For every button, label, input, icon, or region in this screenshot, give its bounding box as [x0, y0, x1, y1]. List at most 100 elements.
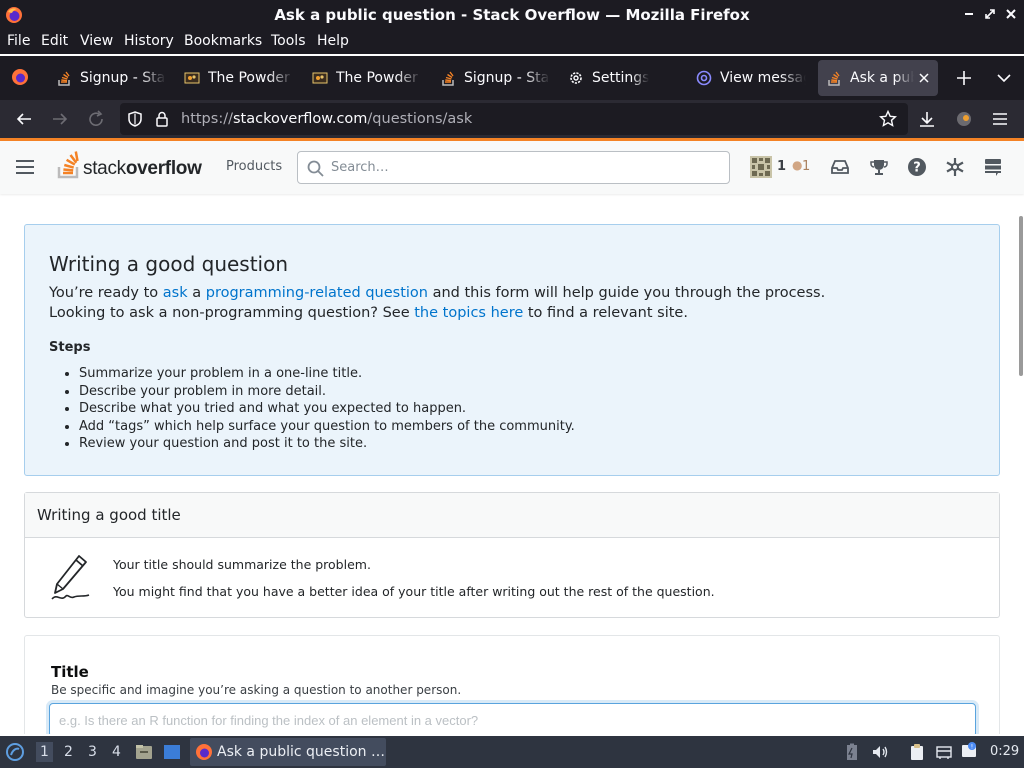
menu-tools[interactable]: Tools — [271, 33, 306, 49]
volume-icon[interactable] — [871, 743, 889, 761]
notification-icon[interactable]: ! — [960, 742, 978, 760]
tab-bar: Signup - Stack Overflow The Powder Toy T… — [0, 56, 1024, 100]
title-help-header: Writing a good title — [25, 493, 999, 538]
site-switcher-icon[interactable] — [983, 157, 1003, 177]
trophy-icon[interactable] — [869, 157, 889, 177]
ask-link[interactable]: ask — [163, 285, 188, 301]
workspace-3[interactable]: 3 — [88, 744, 97, 760]
menu-bar: File Edit View History Bookmarks Tools H… — [0, 30, 1024, 54]
url-text: https://stackoverflow.com/questions/ask — [181, 111, 473, 127]
menu-help[interactable]: Help — [317, 33, 349, 49]
powder-toy-icon — [184, 72, 200, 84]
battery-icon[interactable] — [843, 743, 861, 761]
achievements-icon[interactable] — [945, 157, 965, 177]
extension-icon[interactable] — [955, 110, 973, 128]
bronze-badge-count: 1 — [802, 159, 811, 174]
products-link[interactable]: Products — [226, 159, 282, 174]
title-help-line-2: You might find that you have a better id… — [113, 584, 715, 599]
hamburger-menu-icon[interactable] — [991, 110, 1009, 128]
start-menu-icon[interactable] — [6, 743, 24, 761]
taskbar-firefox-task[interactable]: Ask a public question … — [190, 738, 386, 766]
page-scrollbar[interactable] — [1018, 194, 1024, 734]
title-form-card: Title Be specific and imagine you’re ask… — [24, 635, 1000, 734]
desktop-icon[interactable] — [163, 743, 181, 761]
bookmark-star-icon[interactable] — [879, 110, 897, 128]
lock-icon[interactable] — [153, 110, 171, 128]
so-logo[interactable]: stackoverflow — [56, 149, 206, 181]
logo-text-stack: stack — [83, 158, 126, 179]
new-tab-icon[interactable] — [955, 69, 973, 87]
tab-close-icon[interactable] — [918, 72, 930, 84]
network-icon[interactable] — [935, 743, 953, 761]
stackoverflow-icon — [828, 71, 840, 86]
inbox-icon[interactable] — [830, 157, 850, 177]
firefox-view-icon[interactable] — [11, 68, 29, 86]
firefox-icon — [196, 744, 212, 760]
hamburger-menu-icon[interactable] — [16, 159, 34, 175]
help-icon[interactable]: ? — [907, 157, 927, 177]
reputation-count: 1 — [777, 159, 787, 174]
close-icon[interactable] — [1003, 6, 1019, 22]
tab-ask-question[interactable]: Ask a public question — [818, 60, 938, 96]
powder-toy-icon — [312, 72, 328, 84]
stackoverflow-logo-icon — [57, 151, 79, 179]
forward-icon[interactable] — [51, 110, 69, 128]
minimize-icon[interactable] — [961, 6, 977, 22]
menu-edit[interactable]: Edit — [41, 33, 68, 49]
clipboard-icon[interactable] — [908, 743, 926, 761]
so-topbar: stackoverflow Products Search… 1 ● 1 ? — [0, 138, 1024, 194]
notice-paragraph-1: You’re ready to ask a programming-relate… — [49, 285, 826, 301]
mail-icon — [696, 70, 712, 86]
user-profile[interactable]: 1 ● 1 — [750, 155, 812, 181]
notice-heading: Writing a good question — [49, 252, 289, 276]
search-placeholder: Search… — [331, 160, 389, 175]
url-bar[interactable]: https://stackoverflow.com/questions/ask — [120, 103, 908, 135]
stackoverflow-icon — [442, 71, 454, 86]
menu-file[interactable]: File — [7, 33, 30, 49]
back-icon[interactable] — [15, 110, 33, 128]
bronze-badge-dot: ● — [792, 158, 803, 172]
title-help-heading: Writing a good title — [37, 506, 181, 524]
file-manager-icon[interactable] — [135, 743, 153, 761]
workspace-1[interactable]: 1 — [36, 742, 53, 762]
reload-icon[interactable] — [87, 110, 105, 128]
tab-powder-toy-1[interactable]: The Powder Toy — [184, 60, 294, 96]
stackoverflow-icon — [58, 71, 70, 86]
menu-bookmarks[interactable]: Bookmarks — [184, 33, 262, 49]
search-box[interactable]: Search… — [297, 151, 730, 184]
title-input[interactable] — [49, 703, 976, 734]
programming-question-link[interactable]: programming-related question — [206, 285, 428, 301]
list-item: Summarize your problem in a one-line tit… — [79, 365, 575, 383]
topics-link[interactable]: the topics here — [414, 305, 523, 321]
tab-settings[interactable]: Settings — [568, 60, 678, 96]
menu-view[interactable]: View — [80, 33, 113, 49]
logo-text-overflow: overflow — [125, 158, 202, 179]
shield-icon[interactable] — [126, 110, 144, 128]
notice-paragraph-2: Looking to ask a non-programming questio… — [49, 305, 688, 321]
list-item: Review your question and post it to the … — [79, 435, 575, 453]
scrollbar-thumb[interactable] — [1019, 216, 1023, 376]
tab-signup-1[interactable]: Signup - Stack Overflow — [56, 60, 166, 96]
steps-list: Summarize your problem in a one-line tit… — [79, 365, 575, 453]
download-icon[interactable] — [918, 110, 936, 128]
chevron-down-icon[interactable] — [995, 69, 1013, 87]
workspace-2[interactable]: 2 — [64, 744, 73, 760]
workspace-4[interactable]: 4 — [112, 744, 121, 760]
title-description: Be specific and imagine you’re asking a … — [51, 683, 462, 697]
tab-view-messages[interactable]: View messages — [696, 60, 806, 96]
tab-signup-2[interactable]: Signup - Stack Overflow — [440, 60, 550, 96]
title-help-line-1: Your title should summarize the problem. — [113, 557, 371, 572]
good-question-notice: Writing a good question You’re ready to … — [24, 224, 1000, 476]
menu-history[interactable]: History — [124, 33, 174, 49]
taskbar: 1 2 3 4 Ask a public question … ! 0:29 — [0, 736, 1024, 768]
window-title: Ask a public question - Stack Overflow —… — [274, 6, 750, 24]
list-item: Add “tags” which help surface your quest… — [79, 418, 575, 436]
clock: 0:29 — [990, 744, 1020, 759]
svg-text:?: ? — [913, 161, 921, 176]
list-item: Describe what you tried and what you exp… — [79, 400, 575, 418]
task-label: Ask a public question … — [217, 744, 385, 760]
avatar — [750, 156, 772, 178]
page-content: stackoverflow Products Search… 1 ● 1 ? W… — [0, 138, 1024, 734]
tab-powder-toy-2[interactable]: The Powder Toy — [312, 60, 422, 96]
restore-icon[interactable] — [982, 6, 998, 22]
